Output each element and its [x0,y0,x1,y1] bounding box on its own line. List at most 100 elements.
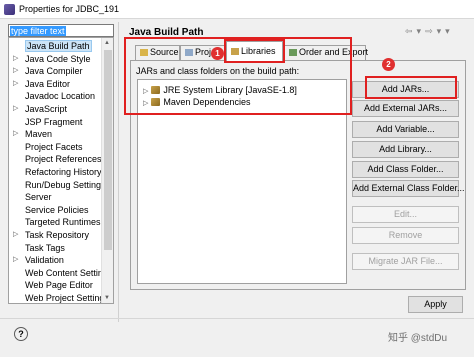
add-external-class-folder-button[interactable]: Add External Class Folder... [352,180,465,197]
filter-input[interactable]: type filter text [8,24,114,37]
tree-item[interactable]: Web Page Editor [9,279,101,292]
watermark: 知乎 @stdDu [388,333,448,344]
expand-arrow-icon[interactable]: ▷ [13,128,18,141]
tree-item-label: JSP Fragment [25,116,83,127]
tree-item[interactable]: ▷ JavaScript [9,103,101,116]
projects-icon [185,49,193,56]
scroll-thumb[interactable] [104,50,112,250]
annotation-marker-1: 1 [211,47,224,60]
tree-item[interactable]: JSP Fragment [9,116,101,129]
tab-libraries-label: Libraries [241,46,276,56]
tab-libraries[interactable]: Libraries [226,41,283,61]
pane-splitter[interactable] [118,22,119,322]
tree-item[interactable]: ▷ Validation [9,254,101,267]
tree-item-label: Validation [25,255,64,266]
tree-item-label: Maven [25,129,53,140]
tab-order-export[interactable]: Order and Export [284,45,369,60]
scroll-down-icon[interactable]: ▼ [104,295,110,301]
add-library-button[interactable]: Add Library... [352,141,459,158]
page-title: Java Build Path [129,27,204,38]
tree-item[interactable]: ▷ Java Compiler [9,65,101,78]
add-external-jars-button[interactable]: Add External JARs... [352,100,459,117]
tree-item-label: Java Code Style [25,53,91,64]
tree-item[interactable]: Project References [9,153,102,166]
library-icon [151,86,161,94]
tab-source[interactable]: Source [135,45,180,60]
tree-item-label: Project References [25,154,102,165]
add-variable-button[interactable]: Add Variable... [352,121,459,138]
panel-description: JARs and class folders on the build path… [136,66,300,76]
help-icon[interactable]: ? [14,327,28,341]
tree-item-label: Web Page Editor [25,280,93,291]
source-folder-icon [140,49,148,56]
list-item-jre[interactable]: ▷ JRE System Library [JavaSE-1.8] [143,84,297,96]
tree-item[interactable]: ▷ Java Code Style [9,53,101,66]
tree-item-label: Server [25,192,52,203]
expand-arrow-icon[interactable]: ▷ [13,65,18,78]
add-jars-button[interactable]: Add JARs... [352,81,459,98]
tree-scrollbar[interactable]: ▲ ▼ [101,38,113,303]
tree-item[interactable]: Project Facets [9,141,101,154]
tree-item-label: Task Repository [25,230,90,240]
scroll-up-icon[interactable]: ▲ [104,40,110,46]
tree-item[interactable]: ▷ Maven [9,128,101,141]
filter-text: type filter text [10,26,66,36]
tree-item-label: Web Content Settings [25,267,113,278]
tree-item[interactable]: ▷ Java Editor [9,78,101,91]
tree-item-label: Web Project Settings [25,293,109,303]
view-menu-icon[interactable]: ▾ [445,26,450,36]
migrate-jar-button[interactable]: Migrate JAR File... [352,253,459,270]
forward-arrow-icon[interactable]: ⇨ [425,26,433,36]
tree-item-label: Targeted Runtimes [25,217,101,228]
tree-item[interactable]: Server [9,191,101,204]
tree-item-label: Service Policies [25,204,89,215]
expand-arrow-icon[interactable]: ▷ [13,229,18,242]
tree-item[interactable]: Targeted Runtimes [9,216,101,229]
libraries-icon [231,48,239,55]
tab-order-export-label: Order and Export [299,47,369,57]
tree-item[interactable]: Web Content Settings [9,267,112,280]
add-class-folder-button[interactable]: Add Class Folder... [352,161,459,178]
tree-item[interactable]: Refactoring History [9,166,102,179]
expand-arrow-icon[interactable]: ▷ [13,103,18,116]
tree-item[interactable]: Java Build Path [9,40,101,53]
tree-item[interactable]: Javadoc Location [9,90,101,103]
tree-item[interactable]: Service Policies [9,204,101,217]
list-item-maven[interactable]: ▷ Maven Dependencies [143,96,250,108]
back-menu-icon[interactable]: ▾ [417,26,422,36]
expand-arrow-icon[interactable]: ▷ [143,100,148,107]
tree-item[interactable]: Task Tags [9,242,101,255]
expand-arrow-icon[interactable]: ▷ [13,53,18,66]
edit-button[interactable]: Edit... [352,206,459,223]
tree-item-label: Task Tags [25,242,65,253]
tree-item-label: JavaScript [25,104,68,114]
forward-menu-icon[interactable]: ▾ [437,26,442,36]
tree-item-label: Javadoc Location [25,91,96,102]
eclipse-app-icon [4,4,15,15]
back-arrow-icon[interactable]: ⇦ [405,26,413,36]
expand-arrow-icon[interactable]: ▷ [143,88,148,95]
title-bar: Properties for JDBC_191 [0,0,474,19]
tree-item-label: Project Facets [25,141,83,152]
tree-item-label: Java Editor [25,78,71,89]
tree-item[interactable]: Run/Debug Settings [9,179,106,192]
preference-tree[interactable]: Java Build Path ▷ Java Code Style ▷ Java Com… [8,37,114,304]
library-label: JRE System Library [JavaSE-1.8] [163,85,297,95]
remove-button[interactable]: Remove [352,227,459,244]
tree-item[interactable]: Web Project Settings [9,292,109,303]
libraries-list[interactable]: ▷ JRE System Library [JavaSE-1.8] ▷ Maven … [137,79,347,284]
order-export-icon [289,49,297,56]
expand-arrow-icon[interactable]: ▷ [13,78,18,91]
nav-icons: ⇦ ▾ ⇨ ▾ ▾ [405,26,454,37]
library-icon [151,98,161,106]
tree-item-label: Run/Debug Settings [25,179,106,190]
tree-item-label: Java Build Path [25,40,92,52]
tree-item[interactable]: ▷ Task Repository [9,229,101,242]
tree-item-label: Java Compiler [25,66,83,77]
apply-button[interactable]: Apply [408,296,463,313]
window-title: Properties for JDBC_191 [19,4,120,14]
footer-divider [0,318,474,319]
library-label: Maven Dependencies [163,97,251,107]
expand-arrow-icon[interactable]: ▷ [13,254,18,267]
annotation-marker-2: 2 [382,58,395,71]
